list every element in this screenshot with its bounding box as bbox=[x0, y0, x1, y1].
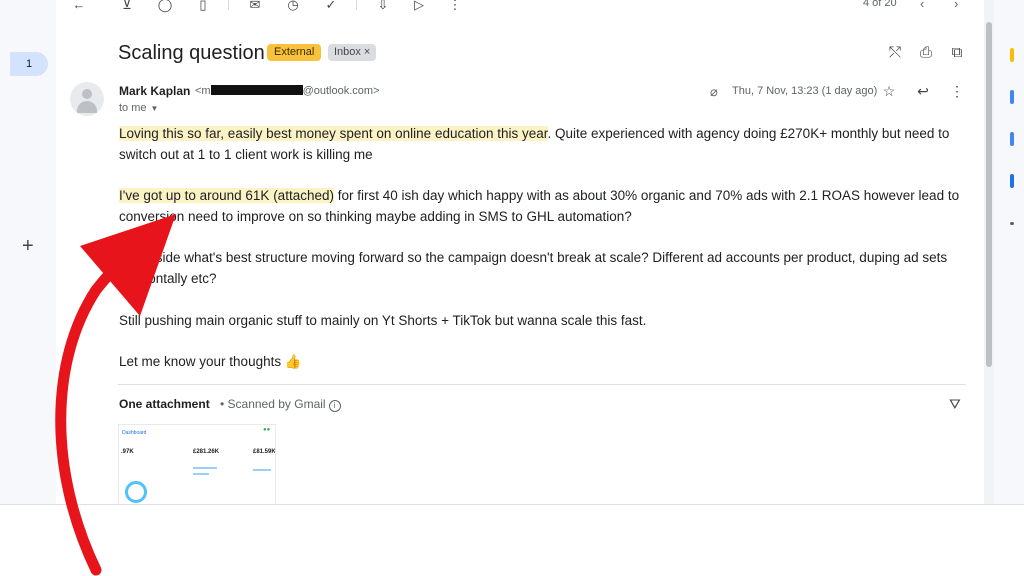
attachment-heading: One attachment bbox=[119, 397, 210, 411]
archive-icon[interactable]: ⊻ bbox=[118, 0, 136, 12]
toolbar-separator bbox=[356, 0, 357, 10]
avatar-body-shape bbox=[77, 101, 97, 113]
sender-email[interactable]: <m @outlook.com> bbox=[195, 85, 380, 97]
thumbnail-bar bbox=[253, 469, 271, 471]
report-spam-icon[interactable]: ◯ bbox=[156, 0, 174, 12]
add-task-icon[interactable]: ✓ bbox=[322, 0, 340, 12]
plus-icon[interactable]: + bbox=[22, 236, 34, 256]
body-paragraph-5: Let me know your thoughts 👍 bbox=[119, 354, 302, 369]
recipient-details[interactable]: to me ▼ bbox=[119, 102, 158, 114]
keep-app-icon[interactable] bbox=[1010, 90, 1014, 104]
collapse-all-icon[interactable]: ⤲ bbox=[886, 44, 904, 62]
toolbar-separator bbox=[228, 0, 229, 10]
mark-unread-icon[interactable]: ✉ bbox=[246, 0, 264, 12]
attachment-clip-icon: ⌀ bbox=[710, 84, 718, 99]
body-paragraph-2: I've got up to around 61K (attached) for… bbox=[119, 185, 979, 227]
open-in-new-window-icon[interactable]: ⧉ bbox=[948, 44, 966, 62]
body-paragraph-4: Still pushing main organic stuff to main… bbox=[119, 313, 647, 328]
chevron-right-icon[interactable]: › bbox=[954, 0, 958, 11]
add-to-drive-icon[interactable]: ⛛ bbox=[949, 396, 961, 413]
left-rail: 1 + bbox=[0, 0, 56, 505]
chevron-down-icon[interactable]: ▼ bbox=[151, 104, 159, 113]
thumbnail-value: .97K bbox=[121, 449, 134, 455]
avatar-head-shape bbox=[82, 89, 92, 99]
more-vert-icon[interactable]: ⋮ bbox=[446, 0, 464, 12]
print-icon[interactable]: ⎙ bbox=[917, 44, 935, 62]
snooze-icon[interactable]: ◷ bbox=[284, 0, 302, 12]
body-paragraph-1: Loving this so far, easily best money sp… bbox=[119, 123, 979, 165]
move-to-icon[interactable]: ⇩ bbox=[374, 0, 392, 12]
sender-name[interactable]: Mark Kaplan bbox=[119, 84, 190, 98]
back-arrow-icon[interactable]: ← bbox=[70, 0, 88, 12]
thumbnail-column: £281.26K bbox=[173, 439, 221, 503]
email-subject: Scaling question bbox=[118, 42, 265, 64]
attachment-thumbnail[interactable]: Dashboard ●● .97K £281.26K £81.59K bbox=[118, 424, 276, 505]
sender-email-prefix: <m bbox=[195, 85, 211, 97]
body-paragraph-3: Good side what's best structure moving f… bbox=[119, 250, 948, 286]
thumbnail-bar bbox=[193, 467, 217, 469]
contacts-app-icon[interactable] bbox=[1010, 174, 1014, 188]
thumbnail-title: Dashboard bbox=[122, 430, 147, 436]
recipient-text: to me bbox=[119, 102, 147, 114]
scanned-text: • Scanned by Gmail bbox=[220, 397, 326, 411]
calendar-app-icon[interactable] bbox=[1010, 48, 1014, 62]
thumbnail-bar bbox=[193, 473, 209, 475]
inbox-count-badge[interactable]: 1 bbox=[10, 52, 48, 76]
thumbnail-status-dots: ●● bbox=[263, 427, 271, 433]
attachment-divider bbox=[118, 384, 966, 385]
scrollbar-thumb[interactable] bbox=[986, 22, 992, 367]
sender-email-suffix: @outlook.com> bbox=[302, 85, 380, 97]
remove-label-icon[interactable]: × bbox=[364, 46, 370, 58]
external-label[interactable]: External bbox=[267, 44, 322, 61]
inbox-label[interactable]: Inbox × bbox=[328, 44, 377, 61]
highlighted-text: Loving this so far, easily best money sp… bbox=[119, 126, 548, 141]
inbox-label-text: Inbox bbox=[334, 46, 361, 58]
tasks-app-icon[interactable] bbox=[1010, 132, 1014, 146]
thumbnail-column: £81.59K bbox=[225, 439, 276, 503]
delete-icon[interactable]: ▯ bbox=[194, 0, 212, 12]
add-on-icon[interactable] bbox=[1010, 222, 1014, 225]
avatar[interactable] bbox=[70, 82, 104, 116]
bottom-border bbox=[0, 504, 1024, 505]
more-options-icon[interactable]: ⋮ bbox=[949, 83, 965, 100]
email-date: Thu, 7 Nov, 13:23 (1 day ago) bbox=[732, 85, 878, 97]
label-icon[interactable]: ▷ bbox=[410, 0, 428, 12]
info-icon[interactable]: i bbox=[328, 400, 341, 412]
chevron-left-icon[interactable]: ‹ bbox=[920, 0, 924, 11]
thumbnail-ring-chart bbox=[125, 481, 147, 503]
reply-icon[interactable]: ↩ bbox=[915, 83, 931, 100]
highlighted-text: I've got up to around 61K (attached) bbox=[119, 188, 334, 203]
right-side-panel bbox=[994, 0, 1024, 505]
thumbnail-column: .97K bbox=[121, 439, 169, 503]
thumbnail-value: £281.26K bbox=[193, 449, 220, 455]
pager-count: 4 of 20 bbox=[863, 0, 897, 9]
scanned-by-gmail: • Scanned by Gmail i bbox=[220, 397, 341, 412]
star-icon[interactable]: ☆ bbox=[881, 83, 897, 100]
thumbnail-value: £81.59K bbox=[253, 449, 276, 455]
redaction-bar bbox=[210, 85, 303, 95]
